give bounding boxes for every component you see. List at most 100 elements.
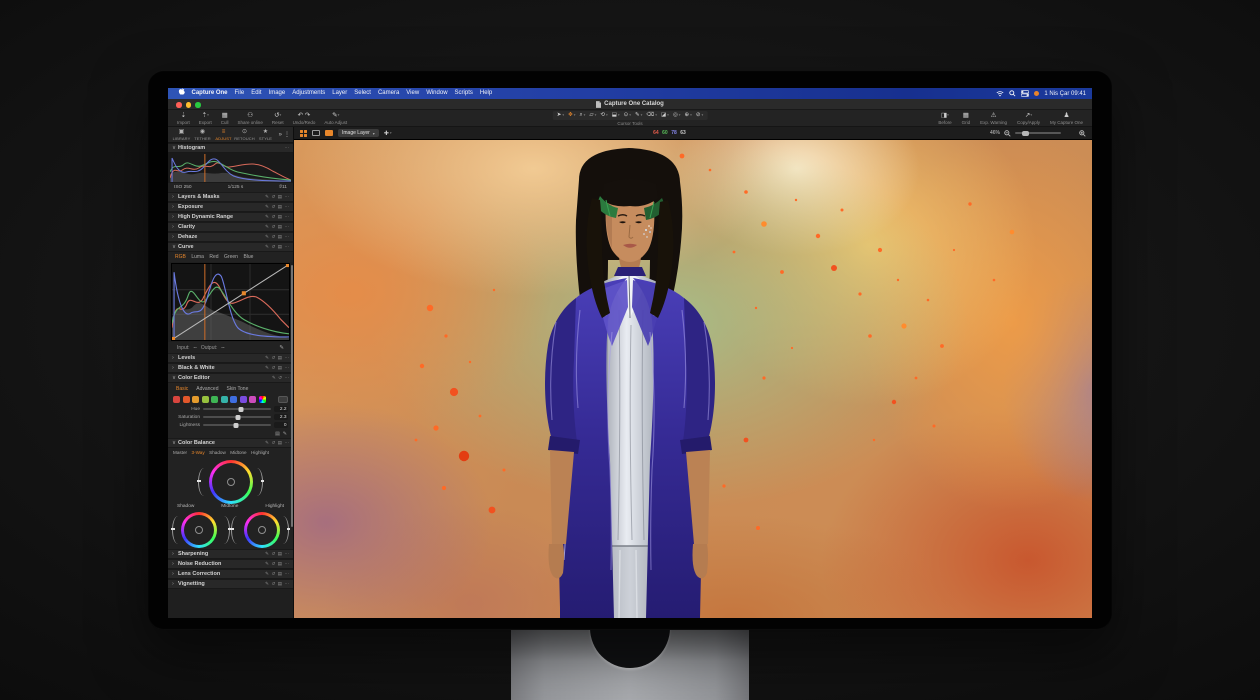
panel-header[interactable]: › Vignetting ✎ ↺ ▤ ⋯ [168,579,293,589]
shadow-color-wheel[interactable] [181,512,217,548]
menu-item[interactable]: Window [423,88,451,99]
edit-icon[interactable]: ✎ [265,244,269,250]
color-balance-tab[interactable]: Midtone [230,448,246,458]
panel-header[interactable]: › Layers & Masks ✎ ↺ ▤ ⋯ [168,192,293,202]
color-picker-icon[interactable]: ✎ [283,431,287,437]
slider-thumb[interactable] [236,415,241,420]
zoom-slider[interactable] [1015,132,1061,134]
reset-icon[interactable]: ↺ [271,224,275,230]
proof-view-icon[interactable] [325,130,333,136]
color-balance-tab[interactable]: Shadow [209,448,226,458]
cursor-tool-button[interactable]: ⟲▾ [599,112,608,118]
preset-icon[interactable]: ▤ [278,194,282,200]
control-center-icon[interactable] [1021,90,1029,97]
reset-icon[interactable]: ↺ [271,234,275,240]
edit-icon[interactable]: ✎ [265,581,269,587]
panel-header[interactable]: › Dehaze ✎ ↺ ▤ ⋯ [168,232,293,242]
slider-track[interactable] [203,424,271,426]
cursor-tool-button[interactable]: ➤▾ [556,112,565,118]
menu-item[interactable]: Camera [374,88,402,99]
more-icon[interactable]: ⋯ [285,355,290,361]
panel-header[interactable]: › High Dynamic Range ✎ ↺ ▤ ⋯ [168,212,293,222]
toolbar-button[interactable]: ⚇ Share online [238,112,263,125]
color-swatch[interactable] [202,396,209,403]
tool-tab[interactable]: ▣ LIBRARY [171,129,192,141]
reset-icon[interactable]: ↺ [271,551,275,557]
reset-icon[interactable]: ↺ [271,194,275,200]
edit-icon[interactable]: ✎ [265,571,269,577]
more-icon[interactable]: ⋯ [285,561,290,567]
slider-track[interactable] [203,408,271,410]
preset-icon[interactable]: ▤ [278,244,282,250]
slider-track[interactable] [203,416,271,418]
wifi-icon[interactable] [996,90,1004,97]
cursor-tool-button[interactable]: ▱▾ [588,112,597,118]
menu-item[interactable]: Adjustments [289,88,329,99]
more-icon[interactable]: ⋯ [285,194,290,200]
sidebar-scrollbar[interactable] [291,265,293,527]
preset-icon[interactable]: ▤ [275,431,280,437]
more-icon[interactable]: ⋯ [285,365,290,371]
color-balance-tab[interactable]: 3-Way [192,448,205,458]
photo-canvas[interactable] [294,140,1092,618]
more-icon[interactable]: ⋯ [285,551,290,557]
edit-icon[interactable]: ✎ [265,234,269,240]
toolbar-button[interactable]: ▦ Grid [962,112,971,125]
zoom-out-icon[interactable] [1004,130,1011,137]
color-balance-tab[interactable]: Highlight [251,448,269,458]
toolbar-button[interactable]: ▦ Cull [221,112,229,125]
reset-icon[interactable]: ↺ [271,365,275,371]
shadow-lightness-slider[interactable] [218,516,230,544]
edit-icon[interactable]: ✎ [265,551,269,557]
zoom-in-icon[interactable] [1079,130,1086,137]
menu-item[interactable]: Capture One [188,88,231,99]
menu-item[interactable]: Layer [329,88,351,99]
curve-channel-tab[interactable]: Red [209,252,218,262]
color-swatch[interactable] [183,396,190,403]
edit-icon[interactable]: ✎ [265,214,269,220]
reset-icon[interactable]: ↺ [271,440,275,446]
tool-tab[interactable]: ≡ ADJUST [213,129,234,141]
preset-icon[interactable]: ▤ [278,551,282,557]
slider-value[interactable]: 2.3 [274,414,288,420]
more-tools-icon[interactable]: ⋮ [284,131,290,138]
edit-icon[interactable]: ✎ [265,440,269,446]
edit-icon[interactable]: ✎ [265,194,269,200]
color-swatch[interactable] [221,396,228,403]
panel-header-color-balance[interactable]: ∨ Color Balance ✎ ↺ ▤ ⋯ [168,438,293,448]
edit-icon[interactable]: ✎ [265,365,269,371]
color-balance-tab[interactable]: Master [173,448,187,458]
toolbar-button[interactable]: ↶ ↷ Undo/Redo [293,112,316,125]
curve-channel-tab[interactable]: Luma [191,252,204,262]
color-swatch[interactable] [230,396,237,403]
color-swatch[interactable] [259,396,266,403]
color-swatch[interactable] [173,396,180,403]
close-button[interactable] [176,102,182,108]
cursor-tool-button[interactable]: ⊘▾ [695,112,704,118]
search-icon[interactable] [1009,90,1016,97]
midtone-saturation-slider[interactable] [198,468,210,496]
tool-tab[interactable]: ★ STYLE [255,129,276,141]
cursor-tool-button[interactable]: ✎▾ [634,112,643,118]
panel-header[interactable]: › Lens Correction ✎ ↺ ▤ ⋯ [168,569,293,579]
color-editor-tab[interactable]: Skin Tone [226,384,248,394]
cursor-tool-button[interactable]: ⊙▾ [623,112,632,118]
slider-thumb[interactable] [239,407,244,412]
edit-icon[interactable]: ✎ [265,561,269,567]
shadow-saturation-slider[interactable] [172,516,184,544]
preset-icon[interactable]: ▤ [278,561,282,567]
expand-tools-icon[interactable]: » [279,132,282,138]
toolbar-button[interactable]: ⚠ Exp. Warning [980,112,1007,125]
cursor-tool-button[interactable]: ⬓▾ [611,112,621,118]
menu-item[interactable]: File [231,88,248,99]
menu-item[interactable]: Scripts [451,88,476,99]
add-layer-button[interactable]: ✚▾ [384,130,392,137]
edit-icon[interactable]: ✎ [272,375,276,381]
toolbar-button[interactable]: ◨▾ Before [938,112,951,125]
layer-selector[interactable]: Image Layer ▾ [338,129,379,137]
reset-icon[interactable]: ↺ [271,204,275,210]
more-icon[interactable]: ⋯ [285,581,290,587]
multi-view-icon[interactable] [300,130,307,137]
cursor-tool-button[interactable]: ⊕▾ [684,112,693,118]
edit-icon[interactable]: ✎ [265,355,269,361]
